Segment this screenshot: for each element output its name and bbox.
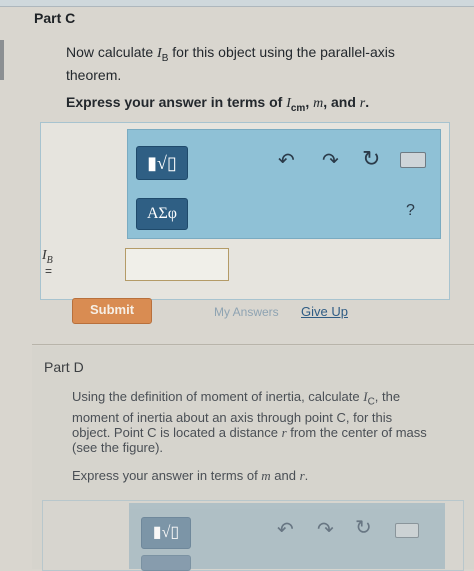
answer-equals: =	[45, 264, 53, 278]
templates-button[interactable]: ▮√▯	[136, 146, 188, 180]
prompt-text: Now calculate	[66, 44, 158, 60]
my-answers-link[interactable]: My Answers	[214, 305, 279, 319]
express-sep: and	[270, 468, 300, 483]
undo-icon[interactable]: ↶	[278, 150, 295, 172]
reset-icon[interactable]: ↻	[355, 517, 372, 539]
submit-button[interactable]: Submit	[72, 298, 152, 324]
equation-toolbar-d: ▮√▯ ↶ ↷ ↻	[129, 503, 445, 571]
give-up-link[interactable]: Give Up	[301, 304, 348, 319]
express-sep: , and	[323, 94, 360, 110]
divider	[32, 344, 474, 345]
part-c-prompt: Now calculate IB for this object using t…	[66, 44, 446, 84]
help-icon[interactable]: ?	[406, 200, 415, 222]
part-c-express: Express your answer in terms of Icm, m, …	[66, 94, 446, 117]
left-edge	[0, 40, 4, 80]
answer-box-d: ▮√▯ ↶ ↷ ↻	[42, 500, 464, 571]
reset-icon[interactable]: ↻	[362, 148, 380, 170]
express-text: .	[304, 468, 309, 483]
equation-toolbar: ▮√▯ ΑΣφ ↶ ↷ ↻ ?	[127, 129, 441, 239]
top-strip	[0, 0, 474, 7]
keyboard-icon[interactable]	[395, 523, 419, 538]
var-sub: cm	[290, 102, 306, 114]
undo-icon[interactable]: ↶	[277, 519, 294, 541]
answer-box: ▮√▯ ΑΣφ ↶ ↷ ↻ ?	[40, 122, 450, 300]
var-sub: C	[367, 396, 375, 408]
var-m: m	[313, 96, 324, 111]
redo-icon[interactable]: ↷	[317, 519, 334, 541]
keyboard-icon[interactable]	[400, 152, 426, 168]
express-text: Express your answer in terms of	[72, 468, 262, 483]
express-text: .	[365, 94, 370, 110]
answer-input[interactable]	[125, 248, 229, 281]
express-sep: ,	[305, 94, 314, 110]
part-d-title[interactable]: Part D	[44, 359, 84, 375]
express-text: Express your answer in terms of	[66, 94, 287, 110]
var-m: m	[261, 468, 271, 483]
part-d-prompt: Using the definition of moment of inerti…	[72, 389, 432, 455]
symbols-button[interactable]: ΑΣφ	[136, 198, 188, 230]
templates-button[interactable]: ▮√▯	[141, 517, 191, 549]
prompt-text: Using the definition of moment of inerti…	[72, 389, 364, 404]
part-d-express: Express your answer in terms of m and r.	[72, 467, 432, 484]
redo-icon[interactable]: ↷	[322, 150, 339, 172]
part-c-title: Part C	[34, 10, 76, 26]
